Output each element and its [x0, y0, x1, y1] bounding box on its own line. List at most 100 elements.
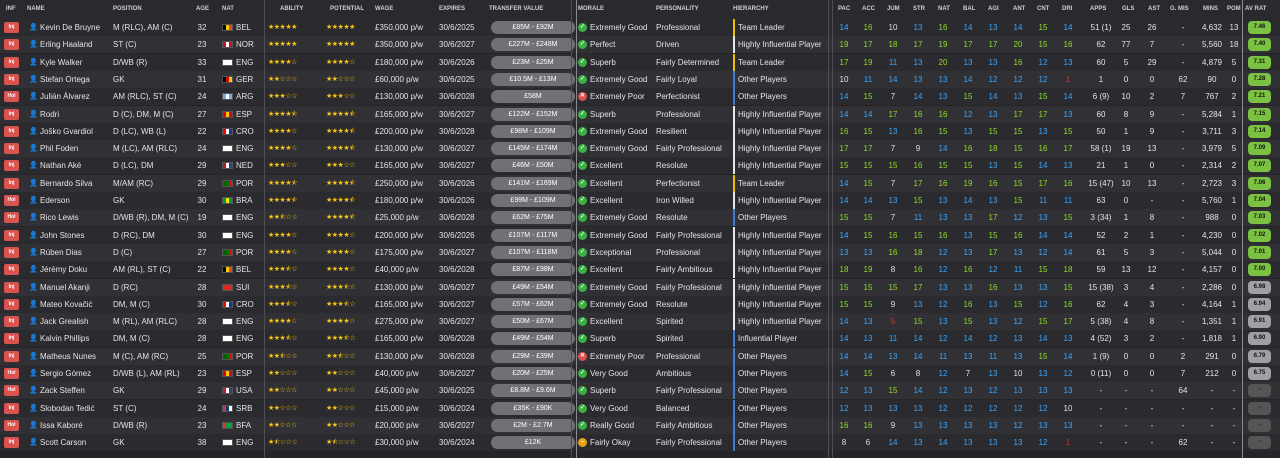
table-row[interactable]: Inj 👤 Kyle Walker D/WB (R) 33 ENG ★★★★☆ ★★★★☆ £1… — [0, 53, 1280, 71]
injury-status-badge[interactable]: Inj — [4, 437, 19, 449]
table-row[interactable]: Hol 👤 Rico Lewis D/WB (R), DM, M (C) 19 ENG ★★… — [0, 209, 1280, 227]
player-name[interactable]: Stefan Ortega — [40, 71, 110, 88]
injury-status-badge[interactable]: Inj — [4, 350, 19, 362]
transfer-value-pill[interactable]: £29M - £39M — [491, 349, 575, 363]
injury-status-badge[interactable]: Inj — [4, 177, 19, 189]
transfer-value-pill[interactable]: £58M — [491, 90, 575, 104]
transfer-value-pill[interactable]: £46M - £50M — [491, 159, 575, 173]
header-agi[interactable]: AGI — [988, 0, 999, 19]
table-row[interactable]: Inj 👤 Nathan Aké D (LC), DM 29 NED ★★★☆☆ ★★★☆☆ £… — [0, 157, 1280, 175]
table-row[interactable]: Hol 👤 Zack Steffen GK 29 USA ★★☆☆☆ ★★☆☆☆ £45,000… — [0, 382, 1280, 400]
header-morale[interactable]: MORALE — [578, 0, 604, 19]
table-row[interactable]: Inj 👤 Matheus Nunes M (C), AM (RC) 25 POR ★★⯪☆… — [0, 347, 1280, 365]
table-row[interactable]: Inj 👤 Joško Gvardiol D (LC), WB (L) 22 CRO ★★★… — [0, 122, 1280, 140]
table-row[interactable]: Inj 👤 Jack Grealish M (RL), AM (RLC) 28 ENG ★★… — [0, 313, 1280, 331]
player-name[interactable]: Joško Gvardiol — [40, 123, 110, 140]
injury-status-badge[interactable]: Hol — [4, 385, 19, 397]
transfer-value-pill[interactable]: £35K - £90K — [491, 401, 575, 415]
transfer-value-pill[interactable]: £62M - £75M — [491, 211, 575, 225]
player-name[interactable]: Sergio Gómez — [40, 365, 110, 382]
header-mins[interactable]: MINS — [1203, 0, 1218, 19]
header-wage[interactable]: WAGE — [375, 0, 393, 19]
transfer-value-pill[interactable]: £8.8M - £9.6M — [491, 384, 575, 398]
table-row[interactable]: Inj 👤 Rúben Dias D (C) 27 POR ★★★★☆ ★★★★☆ £175,0… — [0, 243, 1280, 261]
injury-status-badge[interactable]: Inj — [4, 160, 19, 172]
player-name[interactable]: Slobodan Tedić — [40, 400, 110, 417]
injury-status-badge[interactable]: Inj — [4, 143, 19, 155]
injury-status-badge[interactable]: Inj — [4, 298, 19, 310]
header-jum[interactable]: JUM — [887, 0, 900, 19]
header-bal[interactable]: BAL — [963, 0, 975, 19]
player-name[interactable]: Kalvin Phillips — [40, 330, 110, 347]
header-position[interactable]: POSITION — [113, 0, 142, 19]
transfer-value-pill[interactable]: £50M - £67M — [491, 315, 575, 329]
injury-status-badge[interactable]: Inj — [4, 333, 19, 345]
injury-status-badge[interactable]: Inj — [4, 39, 19, 51]
transfer-value-pill[interactable]: £87M - £98M — [491, 263, 575, 277]
transfer-value-pill[interactable]: £10.5M - £13M — [491, 72, 575, 86]
table-row[interactable]: Inj 👤 Stefan Ortega GK 31 GER ★★☆☆☆ ★★☆☆☆ £60,00… — [0, 70, 1280, 88]
transfer-value-pill[interactable]: £122M - £152M — [491, 107, 575, 121]
header-nat-attr[interactable]: NAT — [938, 0, 950, 19]
table-row[interactable]: Hol 👤 Sergio Gómez D/WB (L), AM (RL) 23 ESP ★★… — [0, 365, 1280, 382]
injury-status-badge[interactable]: Inj — [4, 125, 19, 137]
transfer-value-pill[interactable]: £107M - £118M — [491, 245, 575, 259]
player-name[interactable]: Issa Kaboré — [40, 417, 110, 434]
header-nat[interactable]: NAT — [222, 0, 234, 19]
header-ability[interactable]: ABILITY — [280, 0, 303, 19]
injury-status-badge[interactable]: Inj — [4, 264, 19, 276]
table-row[interactable]: Inj 👤 Kevin De Bruyne M (RLC), AM (C) 32 BEL ★… — [0, 19, 1280, 36]
transfer-value-pill[interactable]: £227M - £248M — [491, 38, 575, 52]
injury-status-badge[interactable]: Inj — [4, 229, 19, 241]
injury-status-badge[interactable]: Inj — [4, 246, 19, 258]
transfer-value-pill[interactable]: £57M - £62M — [491, 297, 575, 311]
header-ast[interactable]: AST — [1148, 0, 1160, 19]
injury-status-badge[interactable]: Hol — [4, 419, 19, 431]
transfer-value-pill[interactable]: £12K — [491, 436, 575, 450]
player-name[interactable]: Manuel Akanji — [40, 279, 110, 296]
header-expires[interactable]: EXPIRES — [439, 0, 465, 19]
player-name[interactable]: Rúben Dias — [40, 244, 110, 261]
injury-status-badge[interactable]: Inj — [4, 281, 19, 293]
injury-status-badge[interactable]: Inj — [4, 56, 19, 68]
player-name[interactable]: Zack Steffen — [40, 382, 110, 399]
transfer-value-pill[interactable]: £85M - £92M — [491, 21, 575, 34]
header-gls[interactable]: GLS — [1122, 0, 1134, 19]
transfer-value-pill[interactable]: £145M - £174M — [491, 142, 575, 156]
table-row[interactable]: Inj 👤 Mateo Kovačić DM, M (C) 30 CRO ★★★⯪☆ ★★★⯪… — [0, 295, 1280, 313]
player-name[interactable]: Erling Haaland — [40, 36, 110, 53]
table-row[interactable]: Inj 👤 Manuel Akanji D (RC) 28 SUI ★★★⯪☆ ★★★⯪☆ £1… — [0, 278, 1280, 296]
injury-status-badge[interactable]: Inj — [4, 316, 19, 328]
header-pom[interactable]: POM — [1227, 0, 1241, 19]
header-pac[interactable]: PAC — [838, 0, 850, 19]
table-row[interactable]: Inj 👤 Phil Foden M (LC), AM (RLC) 24 ENG ★★★★☆… — [0, 140, 1280, 158]
header-transfer-value[interactable]: TRANSFER VALUE — [489, 0, 543, 19]
header-name[interactable]: NAME — [27, 0, 45, 19]
player-name[interactable]: Kevin De Bruyne — [40, 19, 110, 36]
injury-status-badge[interactable]: Inj — [4, 73, 19, 85]
table-row[interactable]: Inj 👤 Bernardo Silva M/AM (RC) 29 POR ★★★★⯪ ★★★… — [0, 174, 1280, 192]
transfer-value-pill[interactable]: £49M - £54M — [491, 332, 575, 346]
injury-status-badge[interactable]: Hol — [4, 195, 19, 206]
transfer-value-pill[interactable]: £107M - £117M — [491, 228, 575, 242]
player-name[interactable]: Jack Grealish — [40, 313, 110, 330]
player-name[interactable]: John Stones — [40, 227, 110, 244]
header-gmis[interactable]: G. MIS — [1170, 0, 1189, 19]
transfer-value-pill[interactable]: £23M - £25M — [491, 55, 575, 69]
header-apps[interactable]: APPS — [1090, 0, 1106, 19]
table-row[interactable]: Inj 👤 Rodri D (C), DM, M (C) 27 ESP ★★★★⯪ ★★★★⯪… — [0, 105, 1280, 123]
player-name[interactable]: Nathan Aké — [40, 157, 110, 174]
header-inf[interactable]: INF — [6, 0, 16, 19]
table-row[interactable]: Hol 👤 Ederson GK 30 BRA ★★★★⯪ ★★★★⯪ £180,000 p/w… — [0, 192, 1280, 209]
player-name[interactable]: Scott Carson — [40, 434, 110, 451]
injury-status-badge[interactable]: Inj — [4, 108, 19, 120]
transfer-value-pill[interactable]: £2M - £2.7M — [491, 418, 575, 432]
player-name[interactable]: Rodri — [40, 106, 110, 123]
table-row[interactable]: Hol 👤 Issa Kaboré D/WB (R) 23 BFA ★★☆☆☆ ★★☆☆☆ £2… — [0, 416, 1280, 434]
header-av-rat[interactable]: AV RAT — [1245, 0, 1266, 19]
table-row[interactable]: Inj 👤 John Stones D (RC), DM 30 ENG ★★★★☆ ★★★★☆… — [0, 226, 1280, 244]
header-personality[interactable]: PERSONALITY — [656, 0, 699, 19]
transfer-value-pill[interactable]: £20M - £25M — [491, 367, 575, 380]
header-age[interactable]: AGE — [196, 0, 209, 19]
injury-status-badge[interactable]: Hol — [4, 212, 19, 224]
